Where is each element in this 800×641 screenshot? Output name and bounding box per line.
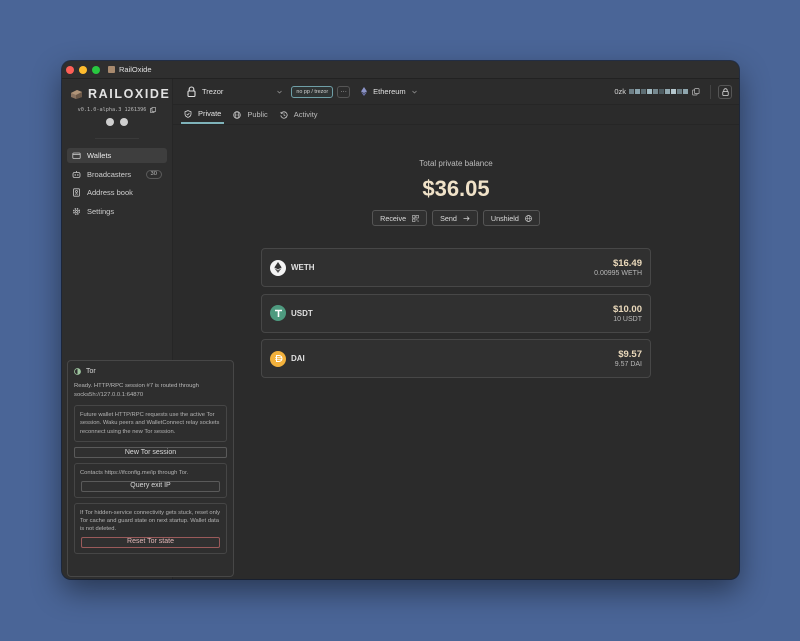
shield-icon xyxy=(184,109,192,118)
view-tabs: Private Public Activity xyxy=(173,105,739,125)
asset-symbol: DAI xyxy=(291,354,305,363)
address-book-icon xyxy=(73,188,80,197)
hardware-wallet-lock-icon xyxy=(187,86,196,97)
asset-values: $16.49 0.00995 WETH xyxy=(594,258,642,277)
asset-amount: 10 USDT xyxy=(613,315,642,323)
social-links xyxy=(62,118,172,126)
send-label: Send xyxy=(440,213,457,223)
sidebar-item-label: Settings xyxy=(87,206,115,216)
send-arrow-icon xyxy=(463,215,470,221)
wallet-icon xyxy=(72,152,81,159)
sidebar-item-wallets[interactable]: Wallets xyxy=(67,148,167,163)
sidebar-item-label: Wallets xyxy=(87,151,112,160)
tor-title: Tor xyxy=(86,367,96,375)
total-balance: $36.05 xyxy=(422,176,490,201)
ethereum-icon xyxy=(274,262,282,273)
version-row: v0.1.0-alpha.3 1261396 xyxy=(62,107,172,113)
asset-symbol: USDT xyxy=(291,308,313,318)
wallet-selector[interactable]: Trezor xyxy=(202,87,223,96)
history-icon xyxy=(280,110,288,119)
github-icon[interactable] xyxy=(106,118,114,126)
asset-symbol: WETH xyxy=(291,263,315,272)
asset-list: WETH $16.49 0.00995 WETH USDT $10.00 10 … xyxy=(261,248,651,385)
app-window: RailOxide RAILOXIDE v0.1.0-alpha.3 12613… xyxy=(62,61,739,579)
tether-icon xyxy=(274,309,282,317)
broadcasters-count-badge: 30 xyxy=(145,169,162,179)
sidebar-item-label: Broadcasters xyxy=(87,169,132,179)
sidebar-item-broadcasters[interactable]: Broadcasters 30 xyxy=(67,167,167,182)
tor-icon xyxy=(74,367,81,375)
window-title-text: RailOxide xyxy=(119,65,152,74)
sidebar-item-label: Address book xyxy=(87,188,133,197)
unshield-button[interactable]: Unshield xyxy=(482,210,540,226)
railgun-address[interactable]: 0zk xyxy=(614,87,700,96)
telegram-icon[interactable] xyxy=(120,118,128,126)
tab-private[interactable]: Private xyxy=(181,105,225,124)
send-button[interactable]: Send xyxy=(432,210,478,226)
wallet-tag-badge[interactable]: no pp / trezor xyxy=(291,85,334,98)
asset-usd-value: $16.49 xyxy=(612,258,642,269)
topbar-divider xyxy=(710,84,711,99)
more-options-button[interactable]: ··· xyxy=(337,85,351,98)
address-prefix: 0zk xyxy=(614,87,626,96)
asset-usd-value: $9.57 xyxy=(618,349,642,360)
chevron-down-icon[interactable] xyxy=(277,90,283,94)
ethereum-icon xyxy=(361,87,368,96)
main-content: Total private balance $36.05 Receive Sen… xyxy=(173,126,739,579)
window-controls xyxy=(66,65,100,74)
sidebar-nav: Wallets Broadcasters 30 Address book Set… xyxy=(62,148,172,219)
lock-wallet-button[interactable] xyxy=(718,84,732,99)
brand: RAILOXIDE xyxy=(70,87,172,101)
asset-amount: 9.57 DAI xyxy=(614,361,642,368)
address-identicon xyxy=(629,89,688,94)
receive-button[interactable]: Receive xyxy=(372,210,428,226)
dai-token-icon xyxy=(270,350,286,367)
unshield-label: Unshield xyxy=(490,213,519,223)
copy-address-icon[interactable] xyxy=(692,87,700,96)
lock-icon xyxy=(721,87,729,96)
globe-icon xyxy=(233,110,242,119)
globe-icon xyxy=(525,214,532,222)
asset-amount: 0.00995 WETH xyxy=(594,270,642,277)
dai-icon xyxy=(274,355,282,362)
qr-code-icon xyxy=(412,214,419,222)
balance-actions: Receive Send Unshield xyxy=(173,210,739,226)
tab-label: Public xyxy=(247,110,268,119)
close-window-button[interactable] xyxy=(66,65,74,74)
maximize-window-button[interactable] xyxy=(92,65,100,74)
copy-version-icon[interactable] xyxy=(150,107,157,113)
tab-label: Private xyxy=(198,109,222,118)
asset-row-weth[interactable]: WETH $16.49 0.00995 WETH xyxy=(261,248,651,287)
tab-activity[interactable]: Activity xyxy=(277,105,321,124)
title-bar: RailOxide xyxy=(62,61,739,79)
sidebar-item-settings[interactable]: Settings xyxy=(67,204,167,219)
usdt-token-icon xyxy=(270,305,286,321)
network-selector[interactable]: Ethereum xyxy=(373,87,406,96)
weth-token-icon xyxy=(270,259,286,276)
sidebar-divider xyxy=(95,138,139,139)
asset-values: $9.57 9.57 DAI xyxy=(615,349,642,368)
brand-name: RAILOXIDE xyxy=(88,87,171,101)
gear-icon xyxy=(73,207,80,215)
asset-row-dai[interactable]: DAI $9.57 9.57 DAI xyxy=(261,339,651,378)
broadcaster-icon xyxy=(72,170,81,178)
version-text: v0.1.0-alpha.3 1261396 xyxy=(77,107,147,113)
asset-row-usdt[interactable]: USDT $10.00 10 USDT xyxy=(261,293,651,333)
sidebar-item-address-book[interactable]: Address book xyxy=(67,185,167,200)
receive-label: Receive xyxy=(380,213,407,223)
asset-values: $10.00 10 USDT xyxy=(613,304,642,323)
tab-label: Activity xyxy=(293,110,318,119)
window-title: RailOxide xyxy=(108,65,152,74)
tab-public[interactable]: Public xyxy=(230,105,270,124)
chevron-down-icon[interactable] xyxy=(411,90,417,94)
app-icon xyxy=(108,66,115,73)
railoxide-logo-icon xyxy=(71,89,82,99)
top-bar: Trezor no pp / trezor ··· Ethereum 0zk xyxy=(173,79,739,105)
asset-usd-value: $10.00 xyxy=(612,303,642,315)
minimize-window-button[interactable] xyxy=(79,65,87,74)
balance-label: Total private balance xyxy=(419,159,493,168)
